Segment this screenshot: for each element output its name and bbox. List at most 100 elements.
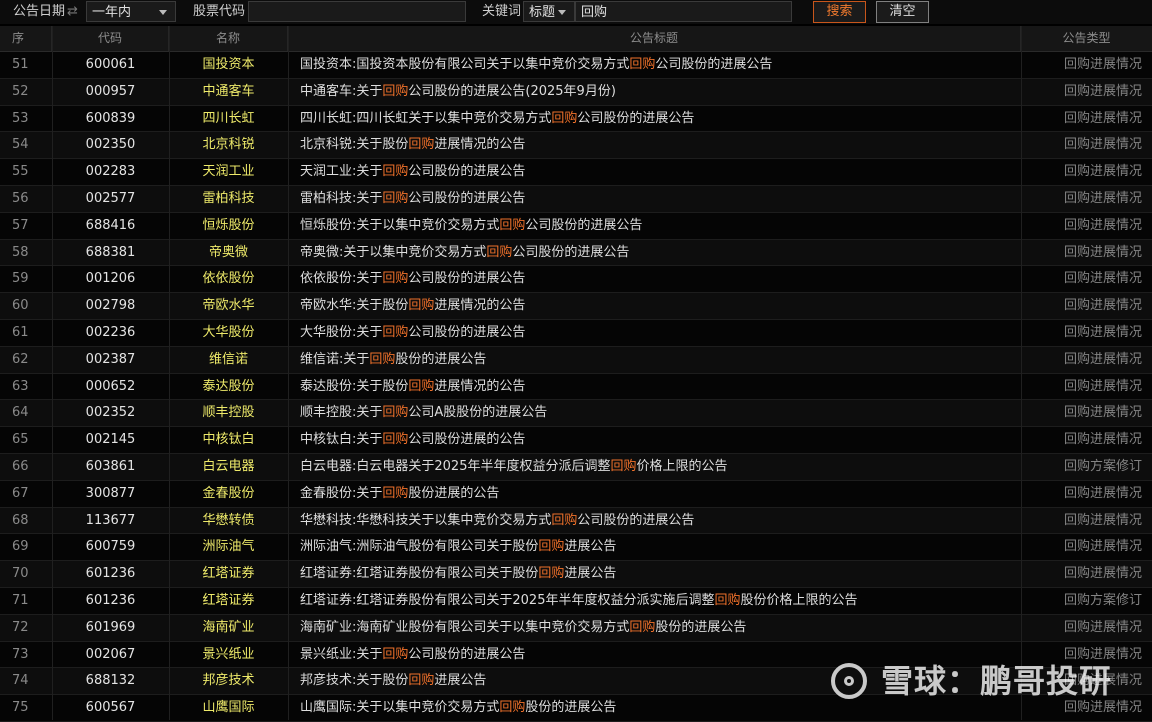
stock-name[interactable]: 红塔证券 [169, 588, 288, 614]
table-row[interactable]: 72 601969 海南矿业 海南矿业:海南矿业股份有限公司关于以集中竞价交易方式回购… [0, 614, 1152, 642]
table-row[interactable]: 61 002236 大华股份 大华股份:关于回购公司股份的进展公告 回购进展情况 [0, 319, 1152, 347]
table-row[interactable]: 60 002798 帝欧水华 帝欧水华:关于股份回购进展情况的公告 回购进展情况 [0, 293, 1152, 320]
announcement-title[interactable]: 中核钛白:关于回购公司股份进展的公告 [288, 427, 1021, 453]
table-row[interactable]: 71 601236 红塔证券 红塔证券:红塔证券股份有限公司关于2025年半年度权益分… [0, 587, 1152, 615]
table-row[interactable]: 67 300877 金春股份 金春股份:关于回购股份进展的公告 回购进展情况 [0, 480, 1152, 508]
table-row[interactable]: 56 002577 雷柏科技 雷柏科技:关于回购公司股份的进展公告 回购进展情况 [0, 185, 1152, 213]
announcement-title[interactable]: 顺丰控股:关于回购公司A股股份的进展公告 [288, 400, 1021, 426]
stock-code: 002283 [85, 164, 136, 180]
stock-name[interactable]: 中通客车 [169, 79, 288, 105]
keyword-scope-value: 标题 [529, 5, 556, 20]
stock-name[interactable]: 国投资本 [169, 52, 288, 78]
announcement-title[interactable]: 大华股份:关于回购公司股份的进展公告 [288, 320, 1021, 346]
col-header-type[interactable]: 公告类型 [1021, 26, 1152, 51]
table-row[interactable]: 65 002145 中核钛白 中核钛白:关于回购公司股份进展的公告 回购进展情况 [0, 427, 1152, 454]
announcement-title[interactable]: 海南矿业:海南矿业股份有限公司关于以集中竞价交易方式回购股份的进展公告 [288, 615, 1021, 641]
table-row[interactable]: 51 600061 国投资本 国投资本:国投资本股份有限公司关于以集中竞价交易方式回购… [0, 52, 1152, 79]
table-row[interactable]: 68 113677 华懋转债 华懋科技:华懋科技关于以集中竞价交易方式回购公司股份的进… [0, 507, 1152, 535]
keyword-highlight: 回购 [408, 137, 435, 153]
stock-code-input[interactable] [248, 1, 466, 22]
announcement-title[interactable]: 雷柏科技:关于回购公司股份的进展公告 [288, 186, 1021, 212]
stock-name[interactable]: 北京科锐 [169, 132, 288, 158]
stock-name[interactable]: 华懋转债 [169, 508, 288, 534]
stock-name[interactable]: 雷柏科技 [169, 186, 288, 212]
clear-button[interactable]: 清空 [876, 1, 929, 23]
table-row[interactable]: 57 688416 恒烁股份 恒烁股份:关于以集中竞价交易方式回购公司股份的进展公告回… [0, 212, 1152, 240]
col-header-title[interactable]: 公告标题 [288, 26, 1021, 51]
stock-name[interactable]: 大华股份 [169, 320, 288, 346]
stock-name[interactable]: 红塔证券 [169, 561, 288, 587]
announcement-title[interactable]: 华懋科技:华懋科技关于以集中竞价交易方式回购公司股份的进展公告 [288, 508, 1021, 534]
stock-name[interactable]: 海南矿业 [169, 615, 288, 641]
stock-name[interactable]: 四川长虹 [169, 106, 288, 132]
table-row[interactable]: 52 000957 中通客车 中通客车:关于回购公司股份的进展公告(2025年9月份)… [0, 78, 1152, 106]
row-index: 68 [12, 512, 29, 528]
announcement-title[interactable]: 北京科锐:关于股份回购进展情况的公告 [288, 132, 1021, 158]
announcement-title[interactable]: 维信诺:关于回购股份的进展公告 [288, 347, 1021, 373]
stock-code: 600759 [85, 539, 136, 555]
table-row[interactable]: 63 000652 泰达股份 泰达股份:关于股份回购进展情况的公告 回购进展情况 [0, 373, 1152, 401]
stock-name[interactable]: 维信诺 [169, 347, 288, 373]
announcement-title[interactable]: 泰达股份:关于股份回购进展情况的公告 [288, 374, 1021, 400]
announcement-title[interactable]: 中通客车:关于回购公司股份的进展公告(2025年9月份) [288, 79, 1021, 105]
table-row[interactable]: 69 600759 洲际油气 洲际油气:洲际油气股份有限公司关于股份回购进展公告 回购进… [0, 534, 1152, 562]
stock-name[interactable]: 洲际油气 [169, 534, 288, 560]
stock-code: 600839 [85, 110, 136, 126]
row-index: 58 [12, 244, 29, 260]
keyword-highlight: 回购 [538, 539, 565, 555]
stock-name[interactable]: 景兴纸业 [169, 642, 288, 668]
stock-name[interactable]: 恒烁股份 [169, 213, 288, 239]
keyword-highlight: 回购 [382, 405, 409, 421]
stock-name[interactable]: 中核钛白 [169, 427, 288, 453]
stock-code: 688381 [85, 244, 136, 260]
announcement-type: 回购进展情况 [1063, 512, 1142, 528]
table-row[interactable]: 58 688381 帝奥微 帝奥微:关于以集中竞价交易方式回购公司股份的进展公告 回购进… [0, 239, 1152, 267]
stock-code: 002350 [85, 137, 136, 153]
stock-name[interactable]: 泰达股份 [169, 374, 288, 400]
announcement-title[interactable]: 恒烁股份:关于以集中竞价交易方式回购公司股份的进展公告 [288, 213, 1021, 239]
search-button[interactable]: 搜索 [813, 1, 866, 23]
announcement-title[interactable]: 帝奥微:关于以集中竞价交易方式回购公司股份的进展公告 [288, 240, 1021, 266]
stock-name[interactable]: 白云电器 [169, 454, 288, 480]
table-row[interactable]: 66 603861 白云电器 白云电器:白云电器关于2025年半年度权益分派后调整回购… [0, 453, 1152, 481]
stock-code: 603861 [85, 458, 136, 474]
announcement-title[interactable]: 金春股份:关于回购股份进展的公告 [288, 481, 1021, 507]
stock-name[interactable]: 顺丰控股 [169, 400, 288, 426]
table-row[interactable]: 64 002352 顺丰控股 顺丰控股:关于回购公司A股股份的进展公告 回购进展情况 [0, 400, 1152, 428]
stock-code: 113677 [85, 512, 136, 528]
date-range-select[interactable]: 一年内 [86, 1, 176, 22]
stock-name[interactable]: 金春股份 [169, 481, 288, 507]
announcement-title[interactable]: 洲际油气:洲际油气股份有限公司关于股份回购进展公告 [288, 534, 1021, 560]
table-row[interactable]: 54 002350 北京科锐 北京科锐:关于股份回购进展情况的公告 回购进展情况 [0, 132, 1152, 160]
table-row[interactable]: 59 001206 依依股份 依依股份:关于回购公司股份的进展公告 回购进展情况 [0, 266, 1152, 294]
table-row[interactable]: 62 002387 维信诺 维信诺:关于回购股份的进展公告 回购进展情况 [0, 346, 1152, 374]
table-row[interactable]: 55 002283 天润工业 天润工业:关于回购公司股份的进展公告 回购进展情况 [0, 159, 1152, 186]
stock-name[interactable]: 帝欧水华 [169, 293, 288, 319]
col-header-code[interactable]: 代码 [52, 26, 169, 51]
announcement-title[interactable]: 白云电器:白云电器关于2025年半年度权益分派后调整回购价格上限的公告 [288, 454, 1021, 480]
announcement-title[interactable]: 四川长虹:四川长虹关于以集中竞价交易方式回购公司股份的进展公告 [288, 106, 1021, 132]
announcement-title[interactable]: 帝欧水华:关于股份回购进展情况的公告 [288, 293, 1021, 319]
stock-name[interactable]: 依依股份 [169, 266, 288, 292]
announcement-title[interactable]: 依依股份:关于回购公司股份的进展公告 [288, 266, 1021, 292]
swap-icon[interactable]: ⇄ [67, 0, 78, 24]
keyword-highlight: 回购 [382, 271, 409, 287]
announcement-title[interactable]: 红塔证券:红塔证券股份有限公司关于2025年半年度权益分派实施后调整回购股份价格… [288, 588, 1021, 614]
stock-name[interactable]: 山鹰国际 [169, 695, 288, 721]
col-header-index[interactable]: 序 [0, 26, 52, 51]
table-row[interactable]: 70 601236 红塔证券 红塔证券:红塔证券股份有限公司关于股份回购进展公告 回购进… [0, 561, 1152, 588]
watermark-text: 雪球：鹏哥投研 [880, 662, 1112, 700]
stock-name[interactable]: 帝奥微 [169, 240, 288, 266]
keyword-highlight: 回购 [382, 190, 409, 206]
announcement-title[interactable]: 红塔证券:红塔证券股份有限公司关于股份回购进展公告 [288, 561, 1021, 587]
keyword-scope-select[interactable]: 标题 [523, 1, 575, 22]
stock-name[interactable]: 邦彦技术 [169, 668, 288, 694]
announcement-title[interactable]: 天润工业:关于回购公司股份的进展公告 [288, 159, 1021, 185]
keyword-input[interactable]: 回购 [575, 1, 792, 22]
col-header-name[interactable]: 名称 [169, 26, 288, 51]
announcement-type: 回购进展情况 [1063, 405, 1142, 421]
stock-name[interactable]: 天润工业 [169, 159, 288, 185]
table-row[interactable]: 53 600839 四川长虹 四川长虹:四川长虹关于以集中竞价交易方式回购公司股份的进… [0, 105, 1152, 133]
keyword-highlight: 回购 [629, 619, 656, 635]
announcement-title[interactable]: 国投资本:国投资本股份有限公司关于以集中竞价交易方式回购公司股份的进展公告 [288, 52, 1021, 78]
